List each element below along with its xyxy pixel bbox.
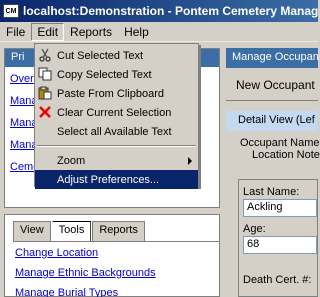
tab-tools[interactable]: Tools bbox=[51, 221, 92, 241]
divider bbox=[226, 100, 318, 101]
menu-item-label: Adjust Preferences... bbox=[57, 173, 160, 186]
tab-divider bbox=[13, 241, 219, 242]
manage-occupant-header: Manage Occupan bbox=[226, 48, 319, 68]
age-label: Age: bbox=[243, 223, 266, 235]
tab-view[interactable]: View bbox=[13, 221, 51, 241]
new-occupant-button[interactable]: New Occupant bbox=[236, 78, 318, 92]
edit-menu-dropdown: Cut Selected Text Copy Selected Text Pas… bbox=[34, 43, 199, 189]
menu-item-adjust-preferences[interactable]: Adjust Preferences... bbox=[35, 170, 198, 189]
scissors-icon bbox=[38, 48, 52, 62]
occupant-detail-box: Last Name: Ackling Age: 68 Death Cert. #… bbox=[238, 179, 318, 297]
menu-reports[interactable]: Reports bbox=[64, 23, 118, 41]
occupant-name-label: Occupant Name bbox=[240, 137, 320, 149]
paste-icon bbox=[38, 86, 52, 100]
menu-item-copy[interactable]: Copy Selected Text bbox=[35, 65, 198, 84]
link-change-location[interactable]: Change Location bbox=[15, 247, 219, 262]
menu-edit[interactable]: Edit bbox=[31, 22, 65, 41]
menu-file[interactable]: File bbox=[0, 23, 31, 41]
red-x-icon bbox=[38, 105, 52, 119]
menu-item-paste[interactable]: Paste From Clipboard bbox=[35, 84, 198, 103]
last-name-label: Last Name: bbox=[243, 186, 300, 198]
link-manage-burial-types[interactable]: Manage Burial Types bbox=[15, 287, 219, 297]
menu-item-label: Select all Available Text bbox=[57, 125, 172, 138]
tab-reports[interactable]: Reports bbox=[92, 221, 145, 241]
menu-help[interactable]: Help bbox=[118, 23, 155, 41]
tab-strip: View Tools Reports bbox=[13, 221, 219, 241]
link-manage-ethnic-backgrounds[interactable]: Manage Ethnic Backgrounds bbox=[15, 267, 219, 282]
window-title: localhost:Demonstration - Pontem Cemeter… bbox=[22, 4, 318, 18]
death-cert-label: Death Cert. #: bbox=[243, 274, 312, 286]
menu-item-label: Paste From Clipboard bbox=[57, 87, 164, 100]
menu-item-zoom[interactable]: Zoom bbox=[35, 151, 198, 170]
menu-item-cut[interactable]: Cut Selected Text bbox=[35, 46, 198, 65]
menu-item-select-all[interactable]: Select all Available Text bbox=[35, 122, 198, 141]
manage-occupant-panel: Manage Occupan New Occupant Detail View … bbox=[226, 48, 320, 297]
menu-bar: File Edit Reports Help bbox=[0, 22, 318, 42]
copy-icon bbox=[38, 67, 52, 81]
cm-app-icon[interactable]: CM bbox=[3, 4, 19, 18]
age-field[interactable]: 68 bbox=[243, 236, 317, 254]
chevron-right-icon bbox=[188, 157, 192, 165]
location-note-label: Location Note bbox=[252, 149, 320, 161]
detail-view-header: Detail View (Lef bbox=[226, 111, 318, 131]
menu-item-label: Copy Selected Text bbox=[57, 68, 152, 81]
last-name-field[interactable]: Ackling bbox=[243, 199, 317, 217]
menu-separator bbox=[37, 145, 196, 147]
tools-panel: View Tools Reports Change Location Manag… bbox=[4, 214, 220, 297]
menu-item-label: Zoom bbox=[57, 154, 86, 167]
menu-item-label: Cut Selected Text bbox=[57, 49, 144, 62]
title-bar: CM localhost:Demonstration - Pontem Ceme… bbox=[0, 0, 318, 22]
menu-item-label: Clear Current Selection bbox=[57, 106, 172, 119]
menu-item-clear[interactable]: Clear Current Selection bbox=[35, 103, 198, 122]
